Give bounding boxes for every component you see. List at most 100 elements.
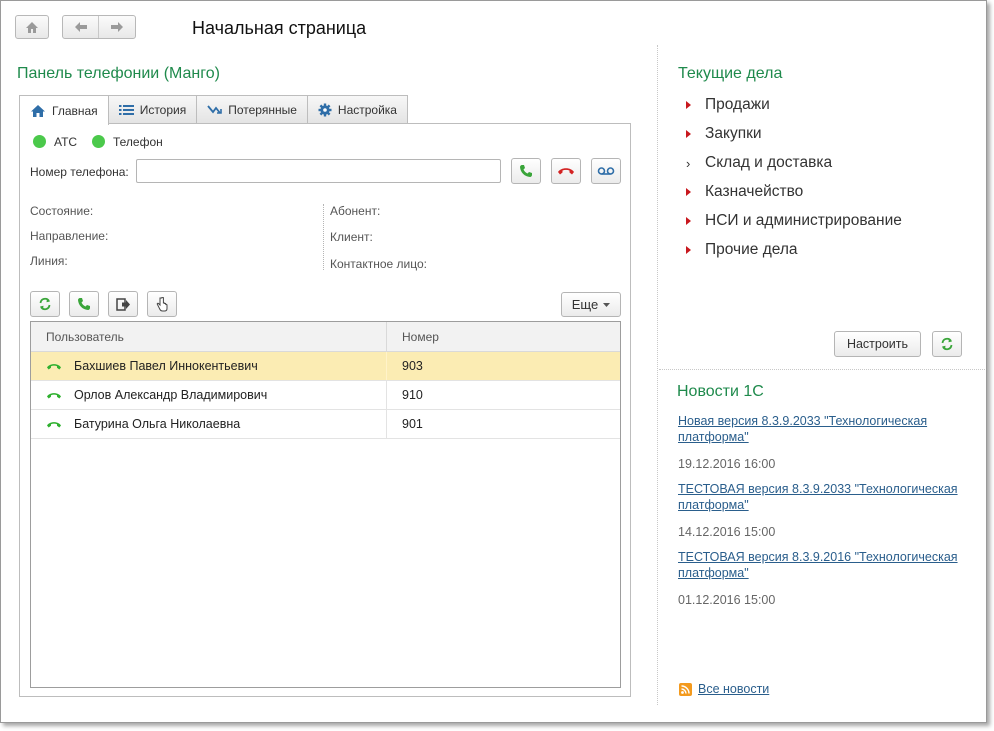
phone-number-input[interactable]: [136, 159, 501, 183]
user-name: Орлов Александр Владимирович: [74, 388, 268, 402]
call-user-button[interactable]: [69, 291, 99, 317]
page-title: Начальная страница: [192, 18, 367, 38]
column-number[interactable]: Номер: [387, 322, 439, 351]
home-icon: [26, 21, 38, 33]
news-date: 01.12.2016 15:00: [678, 593, 776, 607]
transfer-icon: [115, 297, 130, 311]
menu-item-label: Склад и доставка: [705, 154, 833, 171]
list-icon: [118, 105, 134, 115]
phone-icon: [78, 298, 90, 310]
menu-item-sales[interactable]: Продажи: [686, 96, 770, 114]
menu-item-admin[interactable]: НСИ и администрирование: [686, 212, 902, 230]
user-name: Бахшиев Павел Иннокентьевич: [74, 359, 258, 373]
tab-settings[interactable]: Настройка: [306, 95, 408, 124]
menu-item-warehouse[interactable]: › Склад и доставка: [686, 154, 832, 172]
menu-item-label: Закупки: [705, 125, 762, 142]
menu-item-label: Казначейство: [705, 183, 804, 200]
phone-number-label: Номер телефона:: [30, 165, 129, 179]
handset-icon: [47, 422, 61, 428]
refresh-tasks-button[interactable]: [932, 331, 962, 357]
telephony-title: Панель телефонии (Манго): [17, 65, 220, 82]
menu-item-other[interactable]: Прочие дела: [686, 241, 798, 259]
news-divider: [659, 369, 985, 370]
transfer-call-button[interactable]: [108, 291, 138, 317]
users-table: Пользователь Номер Бахшиев Павел Иннокен…: [30, 321, 621, 688]
back-button[interactable]: [63, 16, 99, 38]
voicemail-button[interactable]: [591, 158, 621, 184]
refresh-icon: [941, 337, 953, 351]
tab-label: История: [139, 103, 187, 117]
direction-label: Направление:: [30, 229, 109, 243]
refresh-icon: [39, 297, 51, 311]
main-window: Начальная страница Панель телефонии (Ман…: [0, 0, 987, 723]
ats-status-label: АТС: [54, 135, 78, 149]
expand-arrow-icon: [686, 246, 691, 254]
tab-history[interactable]: История: [107, 95, 198, 124]
tab-label: Главная: [52, 103, 98, 118]
menu-item-label: Прочие дела: [705, 241, 798, 258]
hang-up-icon: [558, 168, 574, 175]
client-label: Клиент:: [330, 230, 373, 244]
voicemail-icon: [597, 167, 615, 175]
user-number: 903: [402, 359, 423, 373]
user-name: Батурина Ольга Николаевна: [74, 417, 241, 431]
chevron-right-icon: ›: [686, 155, 691, 171]
handset-icon: [47, 364, 61, 370]
menu-item-label: Продажи: [705, 96, 770, 113]
phone-status-label: Телефон: [113, 135, 163, 149]
expand-arrow-icon: [686, 188, 691, 196]
column-divider: [657, 45, 658, 705]
configure-button[interactable]: Настроить: [834, 331, 921, 357]
news-date: 14.12.2016 15:00: [678, 525, 776, 539]
phone-status-indicator: [92, 135, 105, 148]
column-user[interactable]: Пользователь: [31, 322, 387, 351]
expand-arrow-icon: [686, 130, 691, 138]
home-button[interactable]: [15, 15, 49, 39]
news-title: Новости 1С: [677, 383, 764, 400]
all-news: Все новости: [679, 682, 769, 696]
dropdown-arrow-icon: [603, 302, 611, 307]
refresh-button[interactable]: [30, 291, 60, 317]
table-row[interactable]: Бахшиев Павел Иннокентьевич 903: [31, 352, 620, 381]
tab-main[interactable]: Главная: [19, 95, 109, 125]
line-label: Линия:: [30, 254, 68, 268]
expand-arrow-icon: [686, 217, 691, 225]
more-label: Еще: [571, 297, 599, 312]
hang-up-button[interactable]: [551, 158, 581, 184]
user-number: 901: [402, 417, 423, 431]
all-news-link[interactable]: Все новости: [698, 682, 769, 696]
more-menu-button[interactable]: Еще: [561, 292, 621, 317]
arrow-left-icon: [74, 22, 87, 32]
user-number: 910: [402, 388, 423, 402]
contact-person-label: Контактное лицо:: [330, 257, 427, 271]
gear-icon: [318, 103, 332, 117]
subscriber-label: Абонент:: [330, 204, 381, 218]
menu-item-treasury[interactable]: Казначейство: [686, 183, 803, 201]
phone-icon: [520, 165, 532, 177]
info-divider: [323, 204, 324, 270]
missed-call-icon: [207, 105, 223, 114]
telephony-tabs: Главная История Потерянные Настройка: [19, 95, 408, 125]
table-row[interactable]: Батурина Ольга Николаевна 901: [31, 410, 620, 439]
menu-item-purchases[interactable]: Закупки: [686, 125, 762, 143]
news-link[interactable]: Новая версия 8.3.9.2033 "Технологическая…: [678, 413, 968, 445]
ats-status-indicator: [33, 135, 46, 148]
rss-icon: [679, 682, 692, 696]
tab-label: Настройка: [337, 103, 397, 117]
call-button[interactable]: [511, 158, 541, 184]
news-date: 19.12.2016 16:00: [678, 457, 776, 471]
state-label: Состояние:: [30, 204, 94, 218]
table-row[interactable]: Орлов Александр Владимирович 910: [31, 381, 620, 410]
telephony-panel: АТС Телефон Номер телефона: Состояние: Н…: [19, 123, 631, 697]
arrow-right-icon: [111, 22, 123, 32]
menu-item-label: НСИ и администрирование: [705, 212, 902, 229]
news-link[interactable]: ТЕСТОВАЯ версия 8.3.9.2033 "Технологичес…: [678, 481, 968, 513]
pickup-button[interactable]: [147, 291, 177, 317]
tab-label: Потерянные: [228, 103, 297, 117]
tab-missed[interactable]: Потерянные: [196, 95, 308, 124]
news-link[interactable]: ТЕСТОВАЯ версия 8.3.9.2016 "Технологичес…: [678, 549, 968, 581]
forward-button[interactable]: [99, 16, 135, 38]
table-header: Пользователь Номер: [31, 322, 620, 352]
home-icon: [31, 104, 45, 117]
hand-pointer-icon: [156, 296, 168, 311]
